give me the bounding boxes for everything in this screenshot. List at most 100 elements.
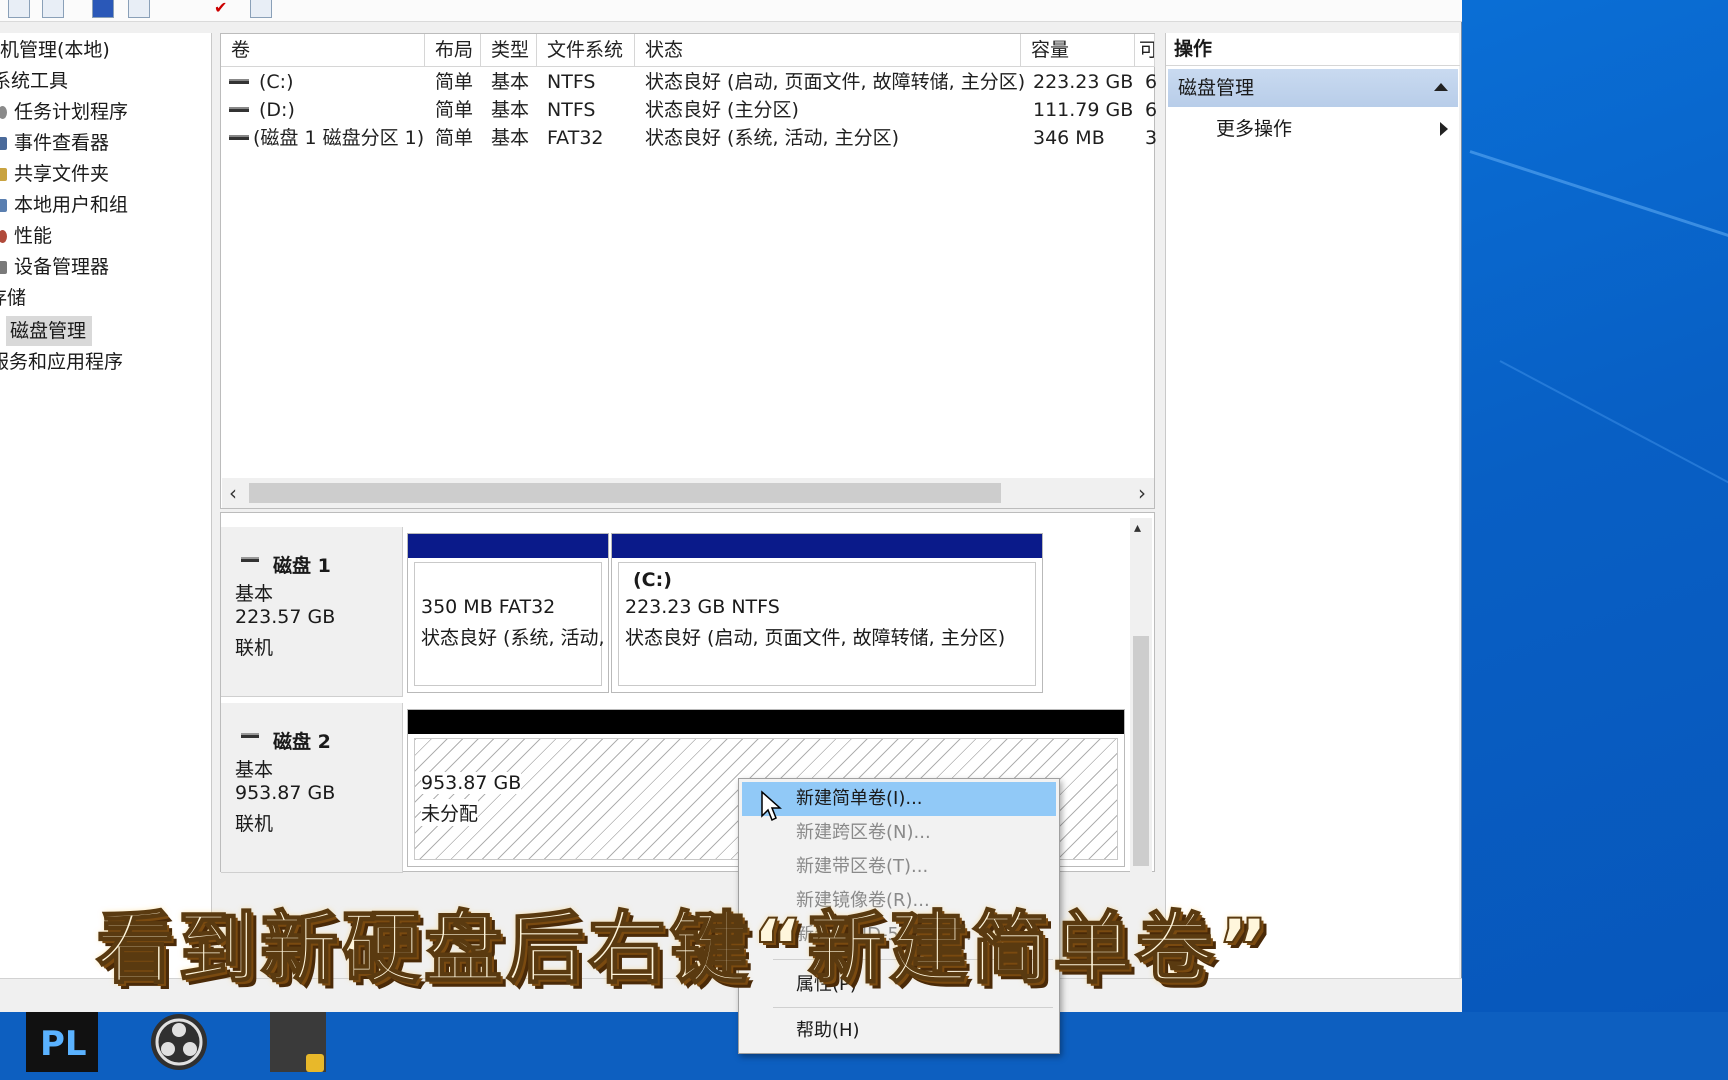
show-hide-tree-icon[interactable] [42,0,64,18]
column-header-free[interactable]: 可 [1135,34,1155,67]
device-manager-icon [0,261,7,274]
obs-icon[interactable] [144,1012,214,1072]
tree-item-label: 服务和应用程序 [0,351,124,373]
cell-status: 状态良好 (系统, 活动, 主分区) [645,127,900,149]
clock-icon [0,106,7,119]
scroll-up-icon[interactable]: ▴ [1134,520,1141,536]
cell-layout: 简单 [435,127,474,149]
folder-icon [0,168,7,181]
cell-status: 状态良好 (主分区) [645,99,799,121]
cell-layout: 简单 [435,99,474,121]
show-hide-action-pane-icon[interactable] [128,0,150,18]
tree-item-label: 性能 [14,225,53,247]
disk-state: 联机 [235,813,274,835]
column-label: 状态 [645,39,684,61]
partition-c[interactable]: (C:) 223.23 GB NTFS 状态良好 (启动, 页面文件, 故障转储… [611,533,1043,693]
minecraft-icon[interactable] [270,1012,326,1072]
partition-status: 状态良好 (启动, 页面文件, 故障转储, 主分区) [625,627,1006,649]
section-label: 磁盘管理 [1178,77,1255,99]
tree-item-performance[interactable]: 性能 [0,221,53,251]
app-label: PL [40,1024,87,1064]
help-icon[interactable] [92,0,114,18]
column-label: 可 [1139,39,1154,61]
tree-item-shared-folders[interactable]: 共享文件夹 [0,159,110,189]
partition-system[interactable]: 350 MB FAT32 状态良好 (系统, 活动, [407,533,609,693]
actions-section-disk-management[interactable]: 磁盘管理 [1168,69,1458,107]
partition-bar [408,710,1124,734]
disk-icon [241,557,259,562]
column-label: 卷 [231,39,251,61]
menu-separator [773,1007,1053,1008]
tree-item-event-viewer[interactable]: 事件查看器 [0,128,110,158]
tree-item-device-manager[interactable]: 设备管理器 [0,252,109,282]
tree-item-label: 本地用户和组 [14,194,129,216]
tree-item-label: 共享文件夹 [14,163,110,185]
partition-body: 350 MB FAT32 状态良好 (系统, 活动, [414,562,605,686]
cell-type: 基本 [491,71,530,93]
cell-free: 6 [1145,99,1158,121]
collapse-icon[interactable] [1434,83,1448,91]
cell-filesystem: NTFS [547,71,596,93]
tree-item-disk-management[interactable]: 磁盘管理 [6,316,93,346]
desktop-light-ray [1499,360,1728,541]
list-icon[interactable] [250,0,272,18]
tree-item-services-apps[interactable]: 服务和应用程序 [0,347,123,377]
column-header-capacity[interactable]: 容量 [1021,34,1135,67]
menu-new-spanned-volume[interactable]: 新建跨区卷(N)... [742,816,1056,850]
tree-item-storage[interactable]: 存储 [0,283,26,313]
computer-management-window: ✔ 机管理(本地) 系统工具 任务计划程序 事件查看器 共享文件夹 本地用户和组… [0,0,1462,1012]
partition-size: 223.23 GB NTFS [625,596,780,618]
tree-item-task-scheduler[interactable]: 任务计划程序 [0,97,128,127]
partition-status: 未分配 [421,799,479,826]
badge-icon [306,1054,324,1072]
scroll-right-icon[interactable]: › [1138,481,1146,505]
horizontal-scrollbar[interactable]: ‹ › [222,478,1154,508]
tree-item-system-tools[interactable]: 系统工具 [0,66,68,96]
scrollbar-thumb[interactable] [1133,636,1149,866]
column-header-status[interactable]: 状态 [635,34,1021,67]
cell-capacity: 223.23 GB [1033,71,1134,93]
disk-state: 联机 [235,637,274,659]
vertical-scrollbar[interactable]: ▴ [1130,518,1152,874]
column-header-type[interactable]: 类型 [481,34,537,67]
menu-help[interactable]: 帮助(H) [742,1014,1056,1048]
column-header-filesystem[interactable]: 文件系统 [537,34,635,67]
mouse-cursor-icon [761,790,782,822]
app-pl-icon[interactable]: PL [26,1012,98,1072]
cell-type: 基本 [491,127,530,149]
cell-filesystem: FAT32 [547,127,604,149]
check-icon[interactable]: ✔ [214,0,236,18]
users-icon [0,199,7,212]
tree-item-label: 磁盘管理 [10,320,87,342]
column-header-volume[interactable]: 卷 [221,34,425,67]
tree-item-local-users[interactable]: 本地用户和组 [0,190,129,220]
cell-free: 3 [1145,127,1158,149]
disk-kind: 基本 [235,759,274,781]
column-header-layout[interactable]: 布局 [425,34,481,67]
menu-new-striped-volume[interactable]: 新建带区卷(T)... [742,850,1056,884]
tree-item-computer-management[interactable]: 机管理(本地) [0,35,110,65]
disk-kind: 基本 [235,583,274,605]
tree-item-label: 事件查看器 [14,132,110,154]
column-label: 文件系统 [547,39,624,61]
disk-icon [241,733,259,738]
disk-size: 223.57 GB [235,606,336,628]
action-icon[interactable] [8,0,30,18]
volume-list: 卷 布局 类型 文件系统 状态 容量 可 (C:) 简单 基本 NTFS 状态良… [220,33,1158,509]
column-label: 布局 [435,39,474,61]
disk-name: 磁盘 2 [273,731,331,753]
scrollbar-thumb[interactable] [249,483,1001,503]
disk-name: 磁盘 1 [273,555,331,577]
tree-item-label: 系统工具 [0,70,69,92]
disk-2-label[interactable]: 磁盘 2 基本 953.87 GB 联机 [221,703,403,873]
menu-new-simple-volume[interactable]: 新建简单卷(I)... [742,782,1056,816]
tree-item-label: 存储 [0,287,27,309]
more-actions-item[interactable]: 更多操作 [1216,113,1292,145]
scroll-left-icon[interactable]: ‹ [229,481,237,505]
cell-volume: (磁盘 1 磁盘分区 1) [253,127,425,149]
performance-icon [0,230,7,243]
column-label: 类型 [491,39,530,61]
connect-icon[interactable] [178,0,200,18]
cell-filesystem: NTFS [547,99,596,121]
disk-1-label[interactable]: 磁盘 1 基本 223.57 GB 联机 [221,527,403,697]
